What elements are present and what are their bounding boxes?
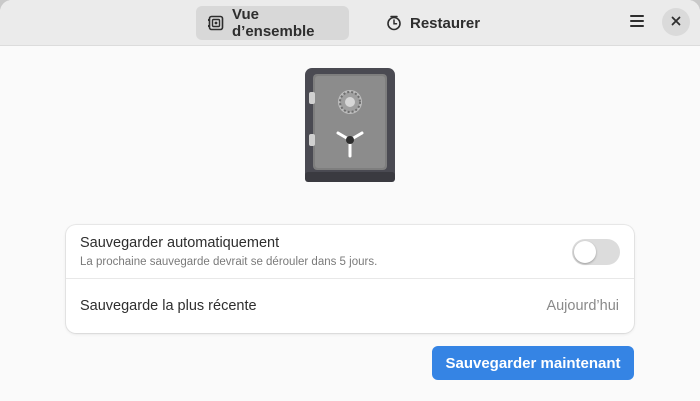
tab-overview[interactable]: Vue d’ensemble	[196, 6, 349, 40]
safe-icon	[208, 15, 224, 31]
last-backup-value: Aujourd’hui	[546, 298, 619, 314]
backup-settings-card: Sauvegarder automatiquement La prochaine…	[66, 225, 634, 333]
auto-backup-title: Sauvegarder automatiquement	[80, 235, 280, 251]
close-icon	[671, 13, 681, 31]
auto-backup-row[interactable]: Sauvegarder automatiquement La prochaine…	[66, 225, 634, 279]
app-window: Vue d’ensemble Restaurer Sauvegarder aut…	[0, 0, 700, 401]
toggle-knob	[574, 241, 596, 263]
tab-restore[interactable]: Restaurer	[374, 6, 486, 40]
auto-backup-subtitle: La prochaine sauvegarde devrait se dérou…	[80, 256, 378, 268]
safe-illustration	[305, 68, 395, 182]
last-backup-row: Sauvegarde la plus récente Aujourd’hui	[66, 279, 634, 333]
clock-icon	[386, 15, 402, 31]
close-button[interactable]	[662, 8, 690, 36]
last-backup-title: Sauvegarde la plus récente	[80, 298, 257, 314]
tab-restore-label: Restaurer	[410, 14, 481, 32]
headerbar: Vue d’ensemble Restaurer	[0, 0, 700, 46]
hamburger-menu-icon	[629, 14, 645, 33]
tab-overview-label: Vue d’ensemble	[232, 6, 315, 40]
main-menu-button[interactable]	[622, 8, 652, 38]
backup-now-button[interactable]: Sauvegarder maintenant	[432, 346, 634, 380]
auto-backup-toggle[interactable]	[572, 239, 620, 265]
